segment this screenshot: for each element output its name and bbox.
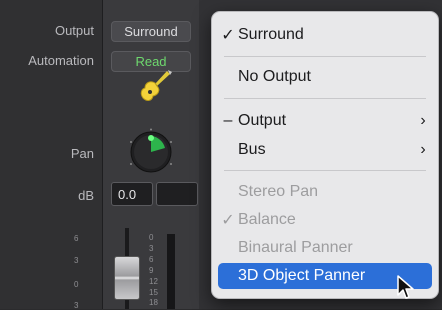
meter-scale-label: 3: [149, 244, 154, 253]
menu-item-label: Stereo Pan: [238, 183, 319, 200]
menu-separator: [224, 170, 426, 171]
menu-item-label: Surround: [238, 26, 304, 43]
checkmark-icon: ✓: [221, 27, 235, 44]
pan-knob-icon[interactable]: [127, 128, 175, 176]
checkmark-icon: ✓: [221, 212, 235, 229]
electric-guitar-icon[interactable]: [137, 68, 173, 104]
volume-db-field[interactable]: 0.0: [111, 182, 153, 206]
chevron-right-icon: ›: [420, 112, 426, 129]
automation-label: Automation: [28, 53, 94, 68]
meter-scale-label: 9: [149, 266, 154, 275]
menu-item-label: Binaural Panner: [238, 239, 353, 256]
menu-item-output[interactable]: – Output ›: [218, 108, 432, 134]
mouse-pointer-icon: [397, 275, 414, 299]
volume-fader-handle[interactable]: [114, 256, 140, 300]
chevron-right-icon: ›: [420, 141, 426, 158]
meter-scale-label: 0: [149, 233, 154, 242]
menu-item-label: Output: [238, 112, 287, 129]
meter-scale-label: 6: [149, 255, 154, 264]
output-popup-menu: ✓ Surround No Output – Output › Bus › St…: [211, 11, 439, 299]
fader-scale-label: 6: [74, 234, 79, 243]
db-label: dB: [78, 188, 94, 203]
menu-item-surround[interactable]: ✓ Surround: [218, 22, 432, 48]
menu-separator: [224, 98, 426, 99]
output-slot-button[interactable]: Surround: [111, 21, 191, 42]
fader-scale-label: 3: [74, 256, 79, 265]
menu-item-bus[interactable]: Bus ›: [218, 137, 432, 163]
menu-item-stereo-pan[interactable]: Stereo Pan: [218, 179, 432, 205]
menu-item-label: Balance: [238, 211, 296, 228]
meter-scale-label: 12: [149, 277, 158, 286]
menu-item-label: No Output: [238, 68, 311, 85]
parameter-labels-column: Output Automation Pan dB 6 3 0 3: [0, 0, 103, 310]
level-meter: [167, 234, 175, 309]
menu-item-binaural-panner[interactable]: Binaural Panner: [218, 235, 432, 261]
peak-level-field[interactable]: [156, 182, 198, 206]
menu-item-no-output[interactable]: No Output: [218, 64, 432, 90]
mixed-state-icon: –: [223, 112, 233, 129]
channel-strip: Surround Read 0.0 0 3 6 9 12 15 18: [103, 0, 199, 309]
fader-scale-label: 0: [74, 280, 79, 289]
meter-scale-label: 18: [149, 298, 158, 307]
menu-separator: [224, 56, 426, 57]
menu-item-balance[interactable]: ✓ Balance: [218, 207, 432, 233]
menu-item-label: Bus: [238, 141, 266, 158]
output-label: Output: [54, 23, 94, 38]
meter-scale-label: 15: [149, 288, 158, 297]
pan-label: Pan: [70, 146, 94, 161]
